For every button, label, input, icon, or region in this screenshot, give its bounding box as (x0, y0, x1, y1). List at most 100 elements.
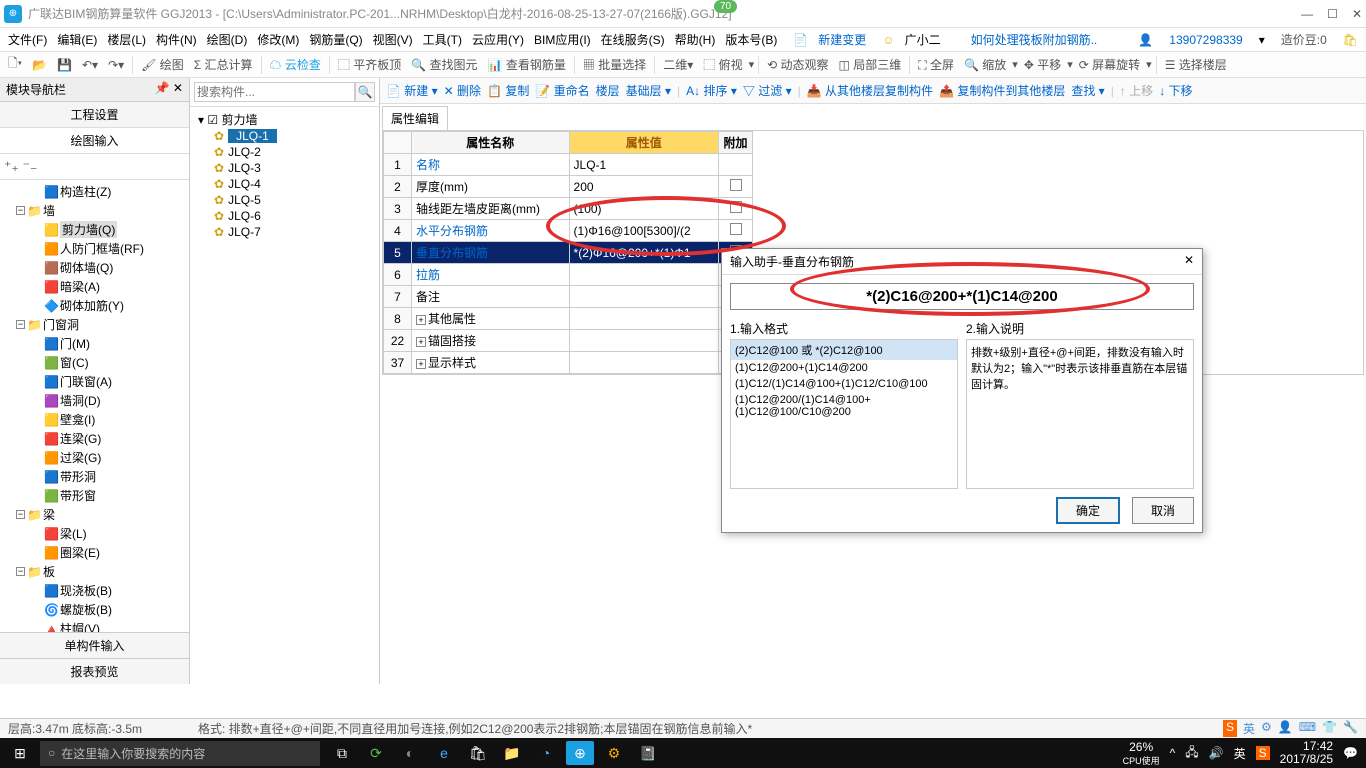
tray-vol-icon[interactable]: 🔊 (1209, 746, 1224, 760)
tray-net-icon[interactable]: 🖧 (1185, 743, 1198, 764)
pan-button[interactable]: ✥ 平移 (1020, 54, 1065, 75)
menu-cloud[interactable]: 云应用(Y) (468, 29, 528, 50)
tree-item[interactable]: 🟫 砌体墙(Q) (2, 258, 187, 277)
dyn-button[interactable]: ⟲ 动态观察 (763, 54, 832, 75)
prop-row[interactable]: 2厚度(mm)200 (384, 176, 753, 198)
menu-floor[interactable]: 楼层(L) (103, 29, 150, 50)
nav-view-icons[interactable]: ⁺₊ ⁻₋ (0, 154, 189, 180)
tree-item[interactable]: 🟥 暗梁(A) (2, 277, 187, 296)
batch-button[interactable]: ▦ 批量选择 (579, 54, 650, 75)
level-button[interactable]: ⬚ 平齐板顶 (334, 54, 405, 75)
taskbar-search[interactable]: ○ 在这里输入你要搜索的内容 (40, 741, 320, 766)
menu-ask[interactable]: 广小二 (901, 29, 945, 50)
task-ggj[interactable]: ⊕ (566, 741, 594, 765)
tree-item[interactable]: 🟥 梁(L) (2, 524, 187, 543)
task-store[interactable]: 🛍 (464, 741, 492, 765)
tb-rename[interactable]: 📝 重命名 (535, 82, 589, 99)
menu-draw[interactable]: 绘图(D) (203, 29, 252, 50)
component-item[interactable]: ✿JLQ-1 (194, 128, 375, 144)
tb-floor-combo[interactable]: 基础层 ▾ (626, 82, 671, 99)
component-item[interactable]: ✿JLQ-3 (194, 160, 375, 176)
coin-icon[interactable]: 🛍 (1339, 31, 1362, 49)
status-i4[interactable]: 👕 (1322, 720, 1337, 737)
tb-delete[interactable]: ✕ 删除 (444, 82, 481, 99)
tree-item[interactable]: 🟪 墙洞(D) (2, 391, 187, 410)
tb-filter[interactable]: ▽ 过滤 ▾ (743, 82, 792, 99)
tree-root[interactable]: ▾ ☑ 剪力墙 (194, 111, 375, 128)
tray-clock[interactable]: 17:42 2017/8/25 (1280, 740, 1333, 766)
format-item[interactable]: (1)C12@200/(1)C14@100+(1)C12@100/C10@200 (731, 392, 957, 420)
menu-rebar[interactable]: 钢筋量(Q) (305, 29, 366, 50)
tree-item[interactable]: 🟦 构造柱(Z) (2, 182, 187, 201)
menu-bim[interactable]: BIM应用(I) (530, 29, 595, 50)
tree-item[interactable]: 🟦 门联窗(A) (2, 372, 187, 391)
select-floor-button[interactable]: ☰ 选择楼层 (1161, 54, 1231, 75)
tb-down[interactable]: ↓ 下移 (1159, 82, 1192, 99)
minimize-button[interactable]: — (1301, 7, 1313, 21)
zoom-button[interactable]: 🔍 缩放 (960, 54, 1010, 75)
search-input[interactable] (194, 82, 355, 102)
component-item[interactable]: ✿JLQ-5 (194, 192, 375, 208)
tray-notif-icon[interactable]: 💬 (1343, 746, 1358, 760)
menu-new-change[interactable]: 新建变更 (814, 29, 870, 50)
menu-help[interactable]: 帮助(H) (671, 29, 720, 50)
tree-item[interactable]: 🟧 圈梁(E) (2, 543, 187, 562)
tree-item[interactable]: 🟥 连梁(G) (2, 429, 187, 448)
nav-tab-draw[interactable]: 绘图输入 (0, 128, 189, 154)
bird-button[interactable]: ⬚ 俯视 (699, 54, 746, 75)
start-button[interactable]: ⊞ (0, 745, 40, 762)
menu-version[interactable]: 版本号(B) (721, 29, 781, 50)
update-badge[interactable]: 70 (714, 0, 737, 13)
tree-item[interactable]: − 📁 门窗洞 (2, 315, 187, 334)
task-app3[interactable]: ◔ (532, 741, 560, 765)
format-item[interactable]: (2)C12@100 或 *(2)C12@100 (731, 340, 957, 360)
task-app4[interactable]: ⚙ (600, 741, 628, 765)
format-item[interactable]: (1)C12@200+(1)C14@200 (731, 360, 957, 376)
help-link[interactable]: 如何处理筏板附加钢筋.. (967, 29, 1102, 50)
tree-item[interactable]: 🟩 带形窗 (2, 486, 187, 505)
cloud-check-button[interactable]: ☁ 云检查 (266, 54, 325, 75)
new-file-button[interactable]: 🗋▾ (4, 52, 26, 77)
nav-bottom-report[interactable]: 报表预览 (0, 658, 189, 684)
task-app2[interactable]: ◐ (396, 741, 424, 765)
nav-pin-icon[interactable]: 📌 ✕ (155, 81, 183, 98)
fullscreen-button[interactable]: ⛶ 全屏 (914, 54, 958, 75)
tray-up-icon[interactable]: ^ (1170, 746, 1176, 760)
local3d-button[interactable]: ◫ 局部三维 (835, 54, 906, 75)
tree-item[interactable]: 🟩 窗(C) (2, 353, 187, 372)
prop-row[interactable]: 4水平分布钢筋(1)Φ16@100[5300]/(2 (384, 220, 753, 242)
redo-button[interactable]: ↷▾ (104, 56, 128, 74)
menu-view[interactable]: 视图(V) (369, 29, 417, 50)
close-button[interactable]: ✕ (1352, 7, 1362, 21)
component-item[interactable]: ✿JLQ-6 (194, 208, 375, 224)
prop-row[interactable]: 1名称JLQ-1 (384, 154, 753, 176)
cpu-meter[interactable]: 26% CPU使用 (1123, 740, 1160, 767)
find-button[interactable]: 🔍 查找图元 (407, 54, 481, 75)
tree-item[interactable]: 🌀 螺旋板(B) (2, 600, 187, 619)
open-button[interactable]: 📂 (28, 56, 51, 74)
tree-item[interactable]: 🔷 砌体加筋(Y) (2, 296, 187, 315)
dialog-input[interactable] (730, 283, 1194, 310)
user-dropdown-icon[interactable]: ▾ (1255, 31, 1269, 49)
tree-item[interactable]: − 📁 板 (2, 562, 187, 581)
prop-row[interactable]: 5垂直分布钢筋*(2)Φ16@200+*(1)Φ1 (384, 242, 753, 264)
task-explorer[interactable]: 📁 (498, 741, 526, 765)
dialog-close-icon[interactable]: ✕ (1184, 253, 1194, 270)
format-list[interactable]: (2)C12@100 或 *(2)C12@100(1)C12@200+(1)C1… (730, 339, 958, 489)
menu-modify[interactable]: 修改(M) (253, 29, 303, 50)
ime-icon[interactable]: S (1223, 720, 1237, 737)
task-app1[interactable]: ⟳ (362, 741, 390, 765)
tree-item[interactable]: 🟨 剪力墙(Q) (2, 220, 187, 239)
prop-row[interactable]: 3轴线距左墙皮距离(mm)(100) (384, 198, 753, 220)
tree-item[interactable]: 🟧 人防门框墙(RF) (2, 239, 187, 258)
prop-row[interactable]: 8+其他属性 (384, 308, 753, 330)
view-rebar-button[interactable]: 📊 查看钢筋量 (484, 54, 570, 75)
search-button[interactable]: 🔍 (355, 82, 375, 102)
ok-button[interactable]: 确定 (1056, 497, 1120, 524)
menu-edit[interactable]: 编辑(E) (53, 29, 101, 50)
rotate-button[interactable]: ⟳ 屏幕旋转 (1075, 54, 1144, 75)
tb-new[interactable]: 📄 新建 ▾ (386, 82, 438, 99)
prop-row[interactable]: 22+锚固搭接 (384, 330, 753, 352)
tree-item[interactable]: 🔺 柱帽(V) (2, 619, 187, 632)
menu-component[interactable]: 构件(N) (152, 29, 201, 50)
